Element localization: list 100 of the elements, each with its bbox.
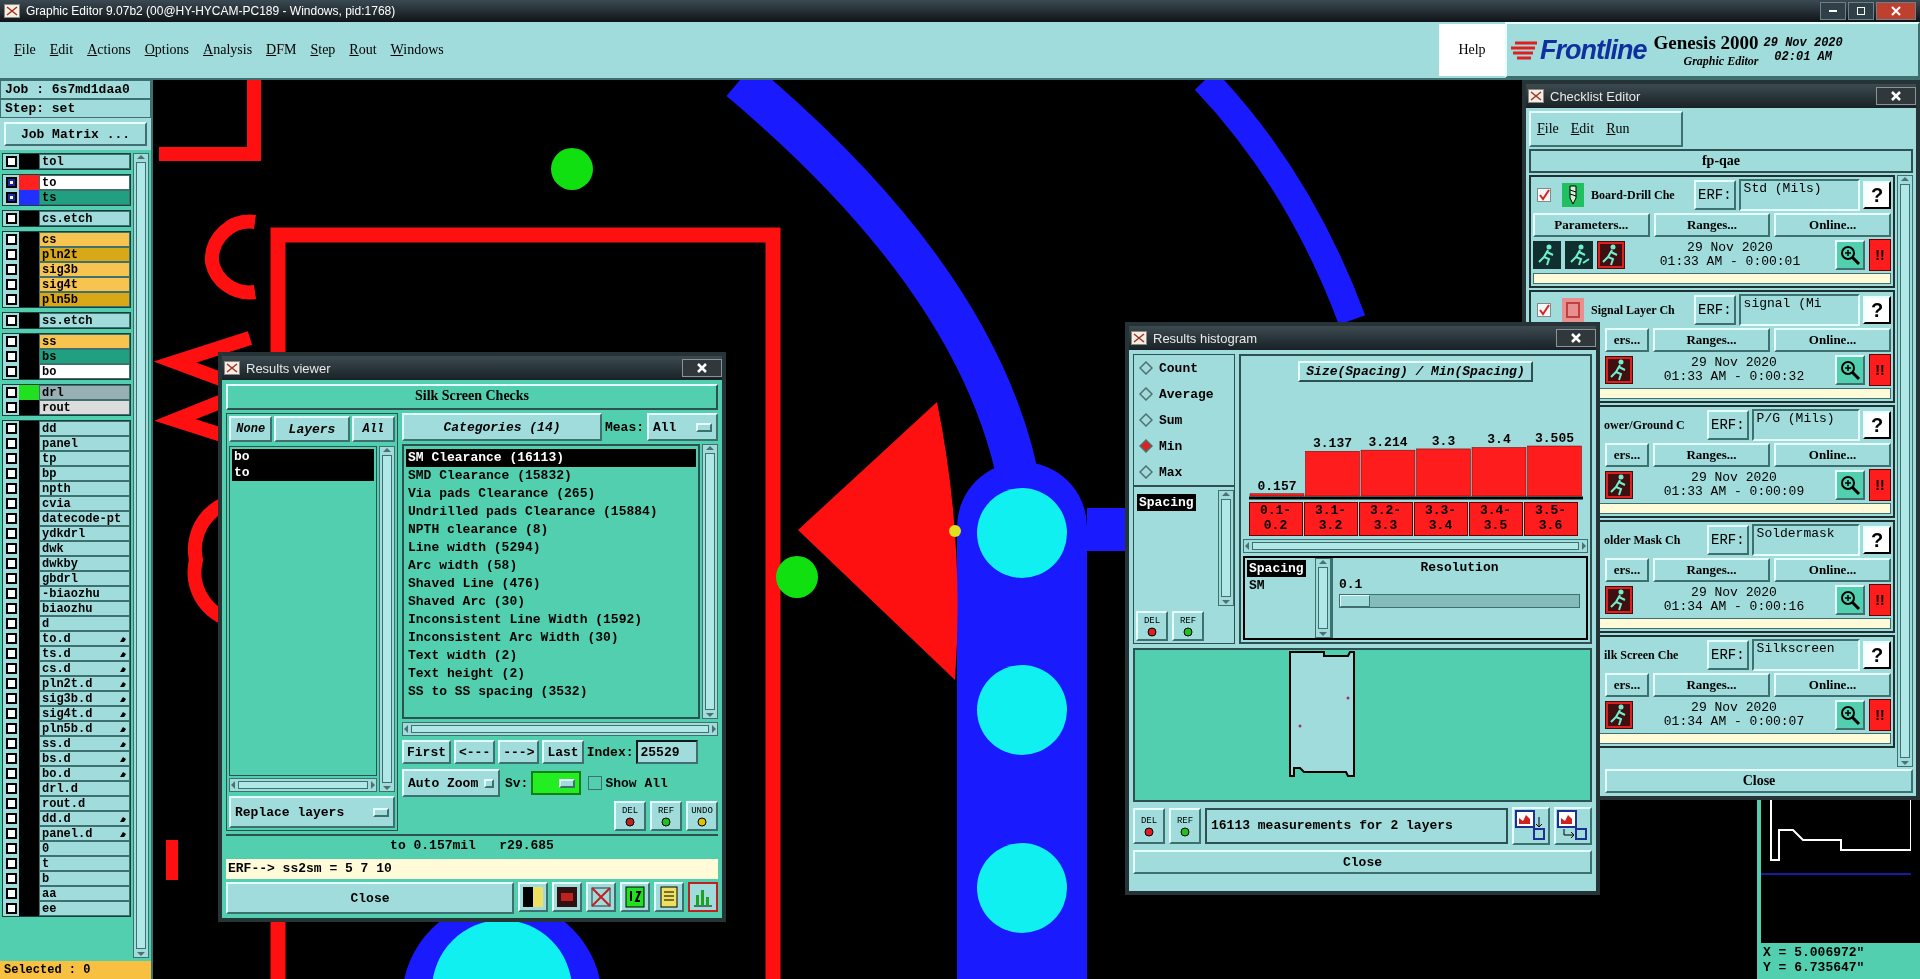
erf-field[interactable]: Silkscreen [1751, 639, 1860, 671]
running-figure-icon[interactable] [1533, 241, 1561, 269]
help-button[interactable]: ? [1863, 641, 1891, 669]
help-button[interactable]: ? [1863, 411, 1891, 439]
layer-button[interactable]: datecode-pt [39, 511, 130, 526]
layer-button[interactable]: dwkby [39, 556, 130, 571]
layer-checkbox[interactable] [5, 528, 17, 539]
layer-button[interactable]: dd [39, 421, 130, 436]
close-button[interactable] [1876, 2, 1916, 20]
layer-checkbox[interactable] [5, 573, 17, 584]
menu-item[interactable]: Edit [43, 40, 80, 60]
radio-button[interactable] [1139, 439, 1153, 453]
erf-field[interactable]: Std (Mils) [1738, 179, 1860, 211]
layer-checkbox[interactable] [5, 768, 17, 779]
close-button[interactable]: Close [1605, 769, 1913, 793]
list-item[interactable]: Shaved Arc (30) [406, 593, 696, 611]
categories-button[interactable]: Categories (14) [402, 413, 602, 441]
menu-item[interactable]: File [1531, 119, 1565, 139]
layer-checkbox[interactable] [5, 723, 17, 734]
list-item[interactable]: Arc width (58) [406, 557, 696, 575]
list-item[interactable]: bo [232, 449, 374, 465]
layer-filter-button[interactable]: None [229, 416, 273, 442]
layer-checkbox[interactable] [5, 513, 17, 524]
zoom-button[interactable] [1835, 700, 1865, 730]
zoom-button[interactable] [1835, 355, 1865, 385]
list-item[interactable]: Spacing [1137, 494, 1196, 511]
menu-item[interactable]: Options [138, 40, 196, 60]
layer-button[interactable]: dd.d [39, 811, 130, 826]
layer-button[interactable]: pln2t.d [39, 676, 130, 691]
layer-button[interactable]: sig4t [39, 277, 130, 292]
ranges-button[interactable]: Ranges... [1653, 213, 1771, 237]
zoom-mode-dropdown[interactable]: Auto Zoom [402, 769, 500, 797]
layer-checkbox[interactable] [5, 678, 17, 689]
erf-button[interactable]: ERF: [1707, 525, 1749, 555]
layer-button[interactable]: cs.d [39, 661, 130, 676]
ranges-button[interactable]: Ranges... [1653, 328, 1770, 352]
list-item[interactable]: to [232, 465, 374, 481]
parameters-button[interactable]: Parameters... [1533, 213, 1650, 237]
layer-checkbox[interactable] [5, 483, 17, 494]
layer-button[interactable]: t [39, 856, 130, 871]
layer-filter-button[interactable]: Layers [274, 416, 350, 442]
online-button[interactable]: Online... [1774, 558, 1891, 582]
layer-checkbox[interactable] [5, 315, 17, 326]
layer-checkbox[interactable] [5, 858, 17, 869]
layer-checkbox[interactable] [5, 753, 17, 764]
layer-checkbox[interactable] [5, 438, 17, 449]
menu-item[interactable]: Rout [343, 40, 383, 60]
layer-button[interactable]: b [39, 871, 130, 886]
scrollbar[interactable] [379, 446, 395, 792]
alert-button[interactable]: !! [1869, 354, 1891, 386]
running-figure-icon[interactable] [1565, 241, 1593, 269]
checkbox[interactable] [588, 776, 603, 790]
scrollbar[interactable] [1243, 539, 1588, 553]
layer-button[interactable]: drl.d [39, 781, 130, 796]
layer-button[interactable]: biaozhu [39, 601, 130, 616]
icon-button[interactable]: REF [650, 801, 682, 831]
layer-checkbox[interactable] [5, 387, 17, 398]
layer-checkbox[interactable] [5, 402, 17, 413]
list-item[interactable]: Shaved Line (476) [406, 575, 696, 593]
layer-button[interactable]: ss [39, 334, 130, 349]
layer-checkbox[interactable] [5, 351, 17, 362]
slider-thumb[interactable] [1340, 595, 1370, 607]
layer-button[interactable]: sig3b.d [39, 691, 130, 706]
layer-button[interactable]: ss.etch [39, 313, 130, 328]
layer-checkbox[interactable] [5, 468, 17, 479]
list-item[interactable]: Line width (5294) [406, 539, 696, 557]
layer-checkbox[interactable] [5, 498, 17, 509]
layer-button[interactable]: tp [39, 451, 130, 466]
maximize-button[interactable] [1848, 2, 1874, 20]
layer-button[interactable]: bp [39, 466, 130, 481]
scrollbar[interactable] [1897, 175, 1913, 767]
radio-button[interactable] [1139, 465, 1153, 479]
layer-button[interactable]: rout [39, 400, 130, 415]
layer-button[interactable]: ts.d [39, 646, 130, 661]
layer-checkbox[interactable] [5, 828, 17, 839]
layer-checkbox[interactable] [5, 192, 17, 203]
menu-item[interactable]: Step [304, 40, 342, 60]
layer-checkbox[interactable] [5, 783, 17, 794]
close-button[interactable]: Close [226, 882, 514, 914]
ranges-button[interactable]: Ranges... [1653, 558, 1770, 582]
layer-button[interactable]: sig4t.d [39, 706, 130, 721]
parameters-button[interactable]: ers... [1605, 558, 1649, 582]
color-dropdown[interactable] [531, 771, 582, 795]
layer-button[interactable]: pln5b [39, 292, 130, 307]
erf-button[interactable]: ERF: [1707, 410, 1749, 440]
layer-button[interactable]: panel [39, 436, 130, 451]
icon-button[interactable]: DEL [1133, 808, 1165, 844]
layer-checkbox[interactable] [5, 249, 17, 260]
running-figure-icon[interactable] [1605, 586, 1633, 614]
scrollbar[interactable] [702, 444, 718, 719]
layer-checkbox[interactable] [5, 708, 17, 719]
navigation-button[interactable]: First [402, 740, 451, 764]
scrollbar[interactable] [402, 722, 718, 736]
zoom-button[interactable] [1835, 470, 1865, 500]
layer-checkbox[interactable] [5, 234, 17, 245]
checkbox[interactable] [1537, 303, 1551, 317]
icon-button[interactable]: DEL [614, 801, 646, 831]
running-figure-icon[interactable] [1605, 471, 1633, 499]
layer-checkbox[interactable] [5, 693, 17, 704]
list-item[interactable]: Via pads Clearance (265) [406, 485, 696, 503]
